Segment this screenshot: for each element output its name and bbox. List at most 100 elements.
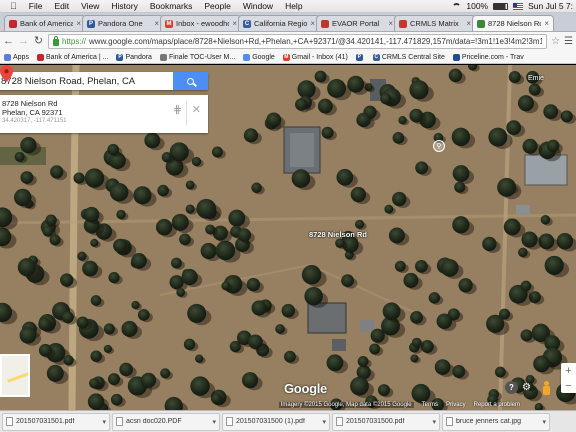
tree-canopy <box>436 313 453 330</box>
tree-canopy <box>171 257 182 269</box>
google-logo: Google <box>284 381 327 396</box>
location-pin-icon[interactable] <box>0 65 13 82</box>
tree-canopy <box>90 350 102 362</box>
menu-window[interactable]: Window <box>237 1 279 11</box>
zoom-in-icon[interactable]: + <box>565 365 571 377</box>
browser-tab[interactable]: C California Region × <box>238 15 320 31</box>
tree-canopy <box>241 372 259 389</box>
forward-arrow-icon[interactable]: → <box>18 36 29 47</box>
satellite-map[interactable]: 8728 Nielson Rd Phelan, CA 92371 34.4203… <box>0 65 576 410</box>
us-flag-icon[interactable] <box>513 2 524 10</box>
tree-canopy <box>121 320 138 337</box>
tree-canopy <box>411 337 422 348</box>
tree-canopy <box>181 268 198 286</box>
tab-close-icon[interactable]: × <box>466 19 471 28</box>
map-type-thumbnail[interactable] <box>0 354 30 397</box>
download-item[interactable]: 2015070315​01.pdf ▾ <box>2 412 110 431</box>
reload-icon[interactable]: ↻ <box>33 36 44 47</box>
menu-bookmarks[interactable]: Bookmarks <box>144 1 199 11</box>
evaor-icon <box>321 19 329 28</box>
menu-history[interactable]: History <box>105 1 143 11</box>
download-item[interactable]: 201507031500.pdf ▾ <box>332 412 440 431</box>
browser-tab[interactable]: 8728 Nielson Rd × <box>472 15 554 31</box>
help-icon[interactable]: ? <box>505 381 518 394</box>
tree-canopy <box>521 231 538 248</box>
menu-clock[interactable]: Sun Jul 5 7: <box>528 1 573 11</box>
bookmark-item[interactable]: Priceline.com - Trav <box>452 53 524 61</box>
bookmark-item[interactable]: M Gmail - Inbox (41) <box>282 53 348 61</box>
gear-icon[interactable]: ⚙ <box>520 381 533 394</box>
tree-canopy <box>380 93 392 105</box>
place-card[interactable]: 8728 Nielson Rd Phelan, CA 92371 34.4203… <box>0 95 208 133</box>
bookmark-item[interactable]: Google <box>243 53 275 61</box>
tree-canopy <box>103 344 112 353</box>
menu-help[interactable]: Help <box>279 1 308 11</box>
tab-close-icon[interactable]: × <box>388 19 393 28</box>
tree-canopy <box>546 139 560 153</box>
browser-tab[interactable]: M Inbox - ewoodho × <box>160 15 242 31</box>
browser-tab[interactable]: EVAOR Portal × <box>316 15 398 31</box>
chevron-down-icon[interactable]: ▾ <box>102 418 106 426</box>
close-icon[interactable]: ✕ <box>192 103 201 116</box>
tab-close-icon[interactable]: × <box>544 19 549 28</box>
tree-canopy <box>137 308 150 321</box>
chevron-down-icon[interactable]: ▾ <box>322 418 326 426</box>
card-divider <box>186 101 187 125</box>
tree-canopy <box>237 228 252 242</box>
menu-people[interactable]: People <box>198 1 236 11</box>
browser-tab[interactable]: P Pandora One × <box>82 15 164 31</box>
tree-canopy <box>90 238 99 247</box>
tree-canopy <box>281 303 296 318</box>
directions-icon[interactable]: ⋕ <box>173 103 182 116</box>
pegman-icon[interactable] <box>542 381 551 396</box>
back-arrow-icon[interactable]: ← <box>3 36 14 47</box>
tree-canopy <box>398 116 407 125</box>
maps-search-input[interactable] <box>0 72 173 90</box>
poi-marker-icon[interactable]: ⚲ <box>433 140 445 152</box>
chevron-down-icon[interactable]: ▾ <box>542 418 546 426</box>
download-item[interactable]: acsn doc020.PDF ▾ <box>112 412 220 431</box>
bookmark-favicon-icon <box>159 53 167 61</box>
status-area: 100% Sun Jul 5 7: <box>452 1 576 11</box>
privacy-link[interactable]: Privacy <box>446 402 466 408</box>
tree-canopy <box>326 354 344 372</box>
browser-tab[interactable]: Bank of America × <box>4 15 86 31</box>
bookmark-item[interactable]: Bank of America | ... <box>36 53 108 61</box>
bookmark-item[interactable]: Apps <box>4 53 29 61</box>
tree-canopy <box>38 317 52 331</box>
bookmark-item[interactable]: P Pandora <box>116 53 152 61</box>
tree-canopy <box>508 70 521 84</box>
chevron-down-icon[interactable]: ▾ <box>432 418 436 426</box>
tree-canopy <box>20 136 37 154</box>
tree-canopy <box>187 303 207 323</box>
report-problem-link[interactable]: Report a problem <box>474 402 520 408</box>
bookmark-item[interactable]: Finale TOC-User M... <box>159 53 235 61</box>
tab-close-icon[interactable]: × <box>76 19 81 28</box>
bookmark-item[interactable]: P <box>355 53 365 61</box>
battery-icon[interactable] <box>493 2 509 10</box>
tab-close-icon[interactable]: × <box>154 19 159 28</box>
chevron-down-icon[interactable]: ▾ <box>212 418 216 426</box>
search-button[interactable] <box>173 72 208 90</box>
tab-label: CRMLS Matrix <box>410 19 459 28</box>
tab-close-icon[interactable]: × <box>232 19 237 28</box>
chrome-menu-icon[interactable]: ☰ <box>564 36 573 47</box>
zoom-out-icon[interactable]: − <box>565 380 571 392</box>
terms-link[interactable]: Terms <box>422 402 438 408</box>
download-item[interactable]: bruce jenners cat.jpg ▾ <box>442 412 550 431</box>
download-item[interactable]: 201507031500 (1).pdf ▾ <box>222 412 330 431</box>
bookmark-star-icon[interactable]: ☆ <box>551 36 560 47</box>
bookmark-item[interactable]: C CRMLS Central Site <box>372 53 445 61</box>
tree-canopy <box>251 182 262 194</box>
menu-edit[interactable]: Edit <box>48 1 75 11</box>
menu-view[interactable]: View <box>75 1 105 11</box>
tab-close-icon[interactable]: × <box>310 19 315 28</box>
apple-icon[interactable]:  <box>4 1 23 11</box>
tree-canopy <box>183 338 196 351</box>
wifi-icon[interactable] <box>452 2 462 10</box>
tree-canopy <box>518 247 528 258</box>
tree-canopy <box>161 151 173 163</box>
menu-file[interactable]: File <box>23 1 49 11</box>
address-bar[interactable]: https://www.google.com/maps/place/8728+N… <box>48 34 548 49</box>
browser-tab[interactable]: CRMLS Matrix × <box>394 15 476 31</box>
